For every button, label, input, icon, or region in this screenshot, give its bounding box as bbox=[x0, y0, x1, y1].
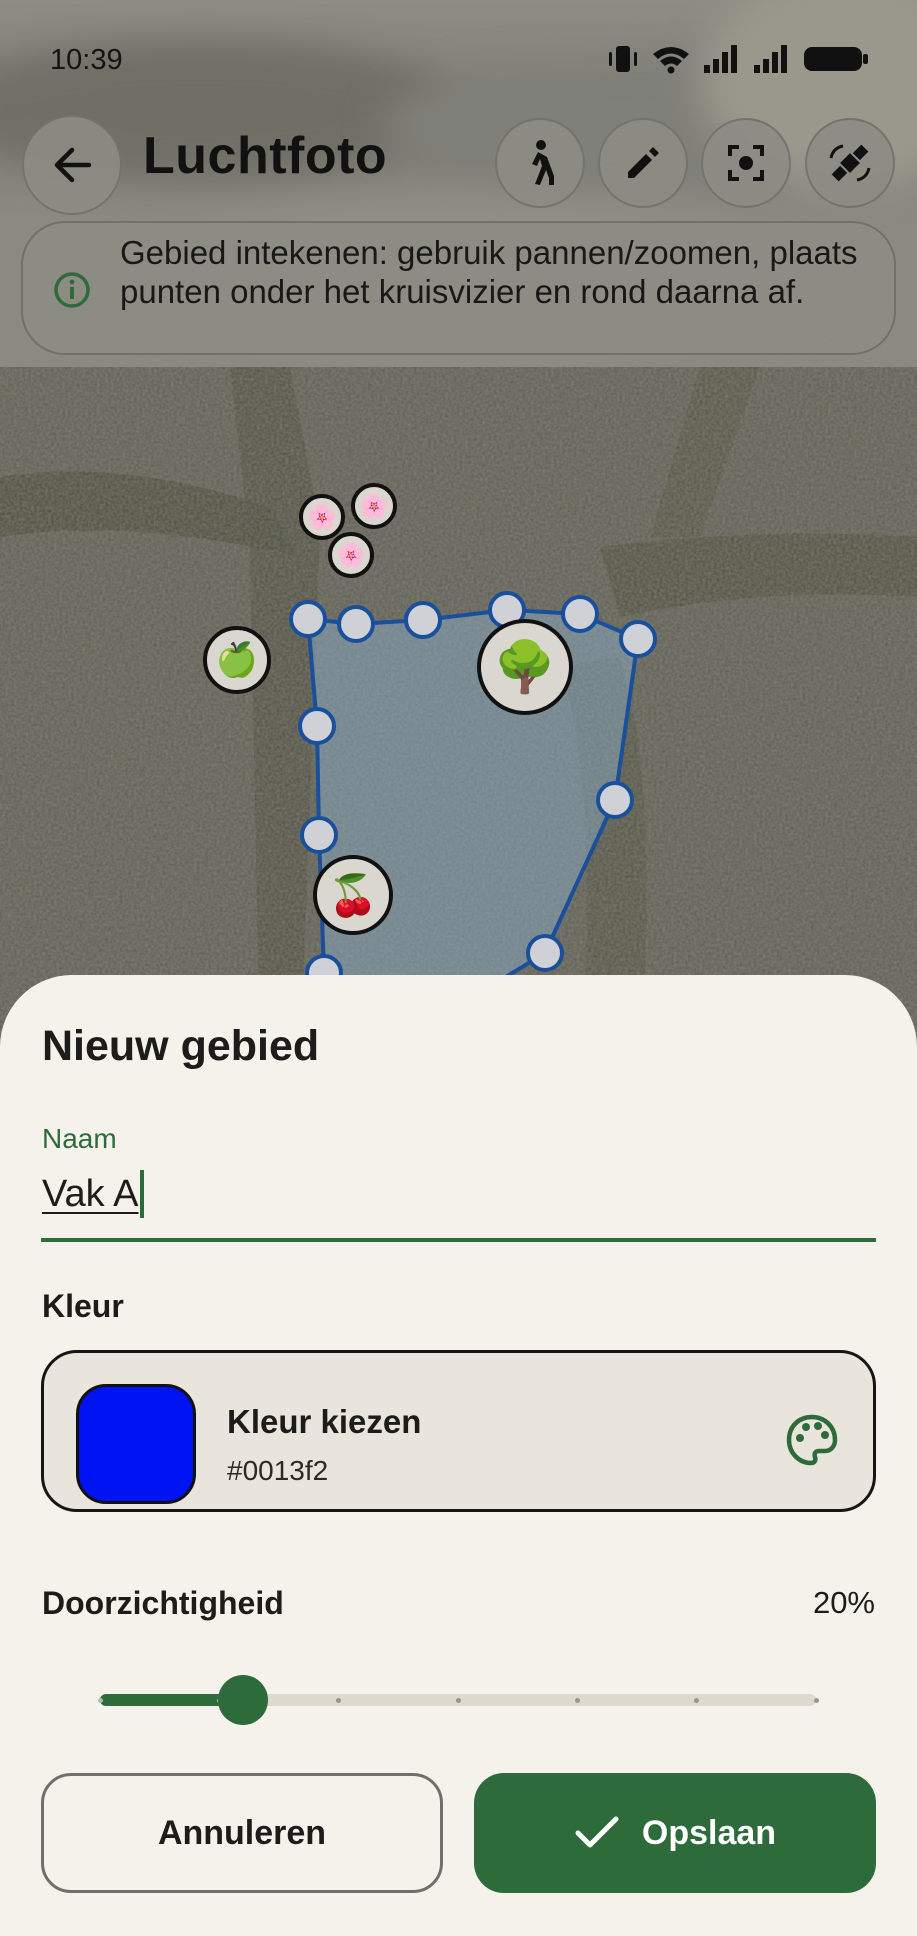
polygon-vertex bbox=[619, 620, 657, 658]
status-bar: 10:39 bbox=[0, 0, 917, 120]
back-button[interactable] bbox=[22, 115, 122, 215]
slider-tick bbox=[97, 1698, 103, 1703]
polygon-vertex bbox=[289, 600, 327, 638]
color-picker-title: Kleur kiezen bbox=[227, 1403, 422, 1440]
wifi-icon bbox=[653, 47, 689, 74]
color-picker-card[interactable]: Kleur kiezen #0013f2 bbox=[41, 1350, 876, 1512]
focus-icon bbox=[728, 145, 764, 181]
status-icons bbox=[607, 44, 869, 74]
save-button-label: Opslaan bbox=[641, 1813, 777, 1852]
polygon-vertex bbox=[561, 595, 599, 633]
pencil-icon bbox=[628, 147, 659, 178]
polygon-vertex bbox=[298, 707, 336, 745]
slider-tick bbox=[813, 1698, 819, 1703]
polygon-vertex bbox=[596, 781, 634, 819]
aerial-map[interactable]: 🌸 🌸 🌸 🍏 🌳 🍒 bbox=[0, 367, 917, 1067]
opacity-value: 20% bbox=[812, 1585, 875, 1620]
arrow-left-icon bbox=[54, 147, 92, 183]
slider-thumb[interactable] bbox=[218, 1675, 269, 1725]
page-title: Luchtfoto bbox=[143, 127, 388, 185]
slider-tick bbox=[574, 1698, 580, 1703]
name-input[interactable]: Vak A bbox=[42, 1170, 145, 1218]
satellite-layer-button[interactable] bbox=[805, 118, 895, 208]
polygon-vertex bbox=[404, 601, 442, 639]
name-input-value: Vak A bbox=[42, 1172, 139, 1215]
color-section-label: Kleur bbox=[42, 1288, 124, 1324]
opacity-label: Doorzichtigheid bbox=[42, 1585, 284, 1621]
blossom-tree-marker[interactable]: 🌸 bbox=[351, 483, 397, 529]
opacity-slider[interactable] bbox=[97, 1675, 820, 1725]
blossom-tree-marker[interactable]: 🌸 bbox=[328, 532, 374, 578]
battery-icon bbox=[804, 47, 868, 71]
info-banner-text: Gebied intekenen: gebruik pannen/zoomen,… bbox=[120, 234, 858, 310]
polygon-vertex bbox=[526, 934, 564, 972]
cherry-tree-marker[interactable]: 🍒 bbox=[313, 855, 393, 935]
satellite-icon bbox=[829, 144, 871, 182]
check-icon bbox=[575, 1816, 619, 1848]
cancel-button[interactable]: Annuleren bbox=[41, 1773, 443, 1893]
polygon-vertex bbox=[300, 816, 338, 854]
info-icon bbox=[54, 272, 90, 308]
slider-tick bbox=[455, 1698, 461, 1703]
polygon-vertex bbox=[337, 605, 375, 643]
sheet-title: Nieuw gebied bbox=[42, 1022, 320, 1070]
draw-button[interactable] bbox=[598, 118, 688, 208]
text-caret bbox=[140, 1170, 145, 1218]
apple-tree-marker[interactable]: 🍏 bbox=[203, 626, 271, 694]
name-field-label: Naam bbox=[42, 1123, 117, 1154]
walk-icon bbox=[532, 140, 554, 185]
color-hex-value: #0013f2 bbox=[227, 1455, 329, 1486]
map-canvas bbox=[0, 367, 917, 1067]
signal-icon bbox=[704, 45, 737, 73]
vibrate-icon bbox=[609, 46, 637, 72]
save-button[interactable]: Opslaan bbox=[474, 1773, 876, 1893]
tree-marker[interactable]: 🌳 bbox=[477, 619, 573, 715]
walk-mode-button[interactable] bbox=[495, 118, 585, 208]
signal-icon bbox=[754, 45, 787, 73]
focus-button[interactable] bbox=[701, 118, 791, 208]
blossom-tree-marker[interactable]: 🌸 bbox=[299, 494, 345, 540]
name-field-underline bbox=[41, 1238, 876, 1242]
cancel-button-label: Annuleren bbox=[157, 1813, 327, 1852]
info-banner: Gebied intekenen: gebruik pannen/zoomen,… bbox=[21, 221, 896, 355]
status-time: 10:39 bbox=[50, 44, 123, 76]
new-area-sheet: Nieuw gebied Naam Vak A Kleur Kleur kiez… bbox=[0, 975, 917, 1936]
color-swatch bbox=[76, 1384, 196, 1504]
palette-icon bbox=[786, 1414, 838, 1466]
